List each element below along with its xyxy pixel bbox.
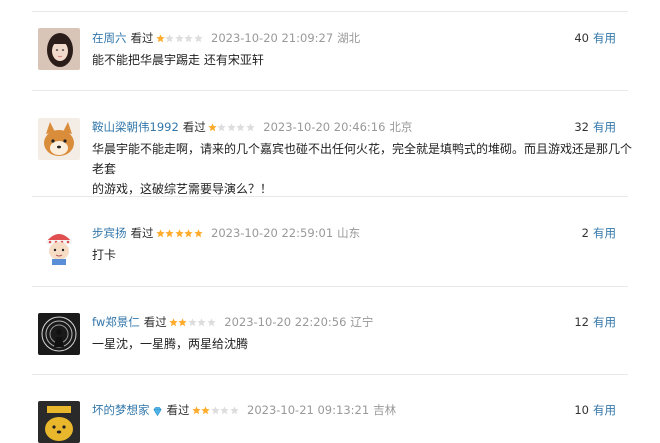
useful-vote: 2 有用 [582, 225, 616, 241]
watch-status: 看过 [130, 226, 154, 240]
rating-stars [155, 228, 204, 238]
comment-time[interactable]: 2023-10-20 22:59:01 [211, 225, 333, 241]
username-link[interactable]: 坏的梦想家 [92, 402, 150, 418]
star-filled-icon [178, 317, 187, 327]
username-link[interactable]: 鞍山梁朝伟1992 [92, 119, 179, 135]
star-filled-icon [191, 405, 201, 415]
comment-text: 能不能把华晨宇踢走 还有宋亚轩 [92, 53, 264, 67]
star-filled-icon [174, 228, 184, 238]
useful-vote: 40 有用 [574, 30, 616, 46]
star-filled-icon [208, 122, 217, 132]
shiba-dog-avatar[interactable] [38, 118, 80, 160]
avatar-image [38, 401, 80, 443]
avatar-image [38, 118, 80, 160]
diamond-badge-icon [152, 405, 163, 416]
ip-location: 吉林 [373, 403, 397, 417]
yellow-dog-avatar[interactable] [38, 401, 80, 443]
watch-status: 看过 [143, 315, 167, 329]
rating-stars [191, 405, 240, 415]
useful-button[interactable]: 有用 [593, 403, 616, 417]
star-empty-icon [246, 122, 255, 132]
ip-location: 山东 [337, 226, 361, 240]
star-empty-icon [236, 122, 245, 132]
avatar-image [38, 28, 80, 70]
star-empty-icon [197, 317, 206, 327]
comment-time[interactable]: 2023-10-20 20:46:16 [263, 119, 385, 135]
watch-status: 看过 [130, 31, 154, 45]
comment-text: 一星沈，一星腾，两星给沈腾 [92, 337, 249, 351]
comment-header: 步宾扬 看过 2023-10-20 22:59:01 山东 [92, 225, 360, 241]
comment-time[interactable]: 2023-10-20 21:09:27 [211, 30, 333, 46]
separator [32, 196, 628, 197]
star-filled-icon [184, 228, 193, 238]
ip-location: 辽宁 [350, 315, 374, 329]
useful-vote: 32 有用 [574, 119, 616, 135]
comment-header: 鞍山梁朝伟1992 看过 2023-10-20 20:46:16 北京 [92, 119, 412, 135]
star-empty-icon [184, 33, 193, 43]
star-filled-icon [155, 33, 165, 43]
star-empty-icon [220, 405, 229, 415]
comment-text: 华晨宇能不能走啊，请来的几个嘉宾也碰不出任何火花，完全就是填鸭式的堆砌。而且游戏… [92, 139, 632, 199]
username-link[interactable]: fw郑景仁 [92, 314, 140, 330]
useful-button[interactable]: 有用 [593, 31, 616, 45]
useful-vote: 12 有用 [574, 314, 616, 330]
useful-count: 10 [574, 403, 589, 417]
star-empty-icon [174, 33, 184, 43]
useful-count: 32 [574, 120, 589, 134]
useful-vote: 10 有用 [574, 402, 616, 418]
comment-header: 在周六 看过 2023-10-20 21:09:27 湖北 [92, 30, 360, 46]
separator [32, 286, 628, 287]
comment-text: 打卡 [92, 248, 117, 262]
ip-location: 北京 [389, 120, 413, 134]
separator [32, 11, 628, 12]
star-empty-icon [229, 405, 239, 415]
star-empty-icon [210, 405, 220, 415]
silhouette-spiral-avatar[interactable] [38, 313, 80, 355]
comment-time[interactable]: 2023-10-20 22:20:56 [224, 314, 346, 330]
useful-button[interactable]: 有用 [593, 120, 616, 134]
comment-header: 坏的梦想家 看过 2023-10-21 09:13:21 吉林 [92, 402, 396, 418]
star-empty-icon [217, 122, 226, 132]
comment-text-line: 华晨宇能不能走啊，请来的几个嘉宾也碰不出任何火花，完全就是填鸭式的堆砌。而且游戏… [92, 142, 633, 176]
useful-count: 2 [581, 226, 589, 240]
star-filled-icon [165, 228, 174, 238]
rating-stars [169, 317, 217, 327]
star-empty-icon [188, 317, 197, 327]
username-link[interactable]: 在周六 [92, 30, 127, 46]
username-link[interactable]: 步宾扬 [92, 225, 127, 241]
ip-location: 湖北 [337, 31, 361, 45]
separator [32, 90, 628, 91]
rating-stars [155, 33, 204, 43]
comment-list: 在周六 看过 2023-10-20 21:09:27 湖北 40 有用 能不能把华… [0, 0, 660, 443]
star-empty-icon [227, 122, 236, 132]
star-empty-icon [165, 33, 174, 43]
star-empty-icon [207, 317, 216, 327]
avatar-image [38, 224, 80, 266]
useful-button[interactable]: 有用 [593, 315, 616, 329]
star-filled-icon [169, 317, 178, 327]
watch-status: 看过 [166, 403, 190, 417]
star-filled-icon [201, 405, 210, 415]
useful-button[interactable]: 有用 [593, 226, 616, 240]
star-filled-icon [155, 228, 165, 238]
star-filled-icon [193, 228, 203, 238]
cartoon-character-avatar[interactable] [38, 224, 80, 266]
rating-stars [208, 122, 256, 132]
star-empty-icon [193, 33, 203, 43]
useful-count: 40 [574, 31, 589, 45]
comment-header: fw郑景仁 看过 2023-10-20 22:20:56 辽宁 [92, 314, 373, 330]
girl-portrait-avatar[interactable] [38, 28, 80, 70]
watch-status: 看过 [182, 120, 206, 134]
comment-time[interactable]: 2023-10-21 09:13:21 [247, 402, 369, 418]
avatar-image [38, 313, 80, 355]
separator [32, 374, 628, 375]
useful-count: 12 [574, 315, 589, 329]
